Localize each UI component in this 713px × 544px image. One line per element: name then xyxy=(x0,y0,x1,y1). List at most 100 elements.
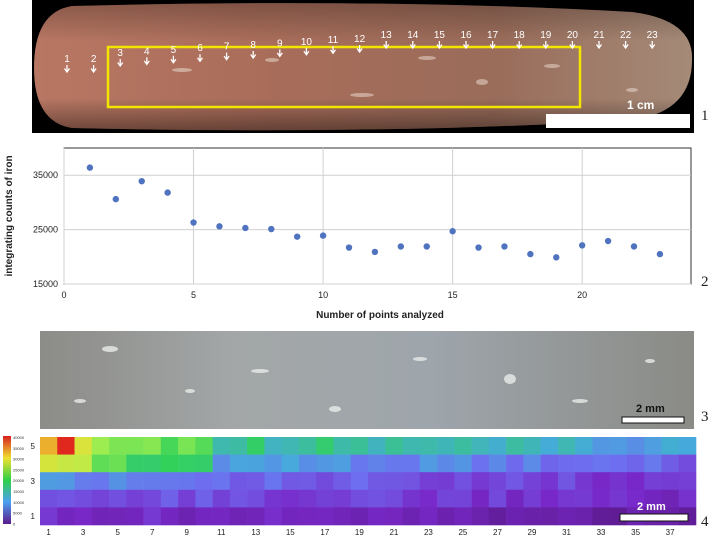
heatmap-cell xyxy=(281,472,300,491)
column-label-27: 27 xyxy=(493,528,502,537)
row-label: 3 xyxy=(31,477,36,486)
heatmap-cell xyxy=(540,454,559,473)
heatmap-cell xyxy=(143,507,162,526)
data-point-10 xyxy=(319,232,327,239)
scale-bar-2mm xyxy=(621,416,685,424)
y-tick-15000: 15000 xyxy=(33,279,58,289)
y-axis-label: integrating counts of iron xyxy=(4,155,15,276)
heatmap-cell xyxy=(264,454,282,473)
panel-number-1: 1 xyxy=(701,108,709,124)
data-point-21 xyxy=(604,237,612,245)
heatmap-cell xyxy=(471,489,490,508)
heatmap-cell xyxy=(471,507,490,526)
heatmap-cell xyxy=(575,437,593,455)
heatmap-cell xyxy=(368,472,386,491)
heatmap-cell xyxy=(385,489,403,508)
heatmap-cell xyxy=(74,472,93,491)
heatmap-cell xyxy=(316,507,334,526)
data-point-12 xyxy=(371,248,379,256)
row-label: 1 xyxy=(31,512,36,521)
heatmap-cell xyxy=(402,437,421,455)
x-tick-0: 0 xyxy=(61,290,66,300)
colorbar-label-15000: 15000 xyxy=(13,489,25,494)
heatmap-cell xyxy=(626,472,645,491)
heatmap-cell xyxy=(661,454,680,473)
point-label-12: 12 xyxy=(354,34,366,45)
colorbar-label-30000: 30000 xyxy=(13,457,25,462)
heatmap-cell xyxy=(212,472,231,491)
heatmap-cell xyxy=(419,472,438,491)
heatmap-cell xyxy=(350,437,369,455)
heatmap-cell xyxy=(178,472,196,491)
point-label-19: 19 xyxy=(540,30,552,41)
heatmap-cell xyxy=(195,472,213,491)
heatmap-cell xyxy=(626,454,645,473)
heatmap-cell xyxy=(592,507,610,526)
heatmap-cell xyxy=(488,454,507,473)
heatmap-cell xyxy=(160,472,179,491)
heatmap-cell xyxy=(575,454,593,473)
heatmap-cell xyxy=(454,507,472,526)
heatmap-cell xyxy=(109,472,127,491)
data-point-7 xyxy=(242,224,249,232)
heatmap-cell xyxy=(40,489,58,508)
heatmap-cell xyxy=(385,454,403,473)
heatmap-cell xyxy=(40,454,58,473)
heatmap-cell xyxy=(91,507,110,526)
heatmap-cell xyxy=(160,437,179,455)
column-label-37: 37 xyxy=(666,528,675,537)
heatmap-cell xyxy=(109,437,127,455)
heatmap-cell xyxy=(557,437,576,455)
point-label-10: 10 xyxy=(301,37,313,48)
heatmap-cell xyxy=(368,454,386,473)
heatmap-cell xyxy=(402,472,421,491)
heatmap-cell xyxy=(316,454,334,473)
x-axis-label: Number of points analyzed xyxy=(316,310,444,321)
heatmap-cell xyxy=(91,454,110,473)
heatmap-cell xyxy=(644,454,662,473)
heatmap-cell xyxy=(437,489,455,508)
heatmap-cell xyxy=(74,454,93,473)
heatmap-cell xyxy=(91,489,110,508)
heatmap-cell xyxy=(126,472,144,491)
heatmap-cell xyxy=(454,489,472,508)
heatmap-cell xyxy=(195,507,213,526)
heatmap-cell xyxy=(40,437,58,455)
scale-label-2mm: 2 mm xyxy=(636,403,665,415)
heatmap-cell xyxy=(592,472,610,491)
point-label-7: 7 xyxy=(224,42,230,53)
heatmap-cell xyxy=(91,437,110,455)
heatmap-cell xyxy=(298,507,317,526)
point-label-6: 6 xyxy=(197,43,203,54)
heatmap-cell xyxy=(402,489,421,508)
heatmap-cell xyxy=(385,472,403,491)
heatmap-cell xyxy=(264,489,282,508)
heatmap-cell xyxy=(247,454,265,473)
heatmap-cell xyxy=(644,437,662,455)
point-label-11: 11 xyxy=(328,35,339,46)
point-label-3: 3 xyxy=(117,48,123,59)
heatmap-cell xyxy=(488,472,507,491)
colorbar-label-40000: 40000 xyxy=(13,435,25,440)
column-label-33: 33 xyxy=(597,528,606,537)
column-label-1: 1 xyxy=(46,528,51,537)
heatmap-cell xyxy=(212,437,231,455)
column-label-35: 35 xyxy=(631,528,640,537)
heatmap-cell xyxy=(368,437,386,455)
heatmap-cell xyxy=(523,437,541,455)
heatmap-cell xyxy=(195,489,213,508)
heatmap-cell xyxy=(143,472,162,491)
point-label-16: 16 xyxy=(460,30,472,41)
heatmap-cell xyxy=(281,454,300,473)
heatmap-cell xyxy=(212,454,231,473)
heatmap-cell xyxy=(523,472,541,491)
column-label-7: 7 xyxy=(150,528,155,537)
y-tick-labels: 15000 25000 35000 xyxy=(33,170,58,289)
heatmap-cell xyxy=(609,437,628,455)
heatmap-cell xyxy=(488,489,507,508)
heatmap-cell xyxy=(523,507,541,526)
heatmap-cell xyxy=(609,454,628,473)
heatmap-cell xyxy=(506,507,524,526)
x-tick-10: 10 xyxy=(318,290,328,300)
heatmap-cell xyxy=(471,437,490,455)
